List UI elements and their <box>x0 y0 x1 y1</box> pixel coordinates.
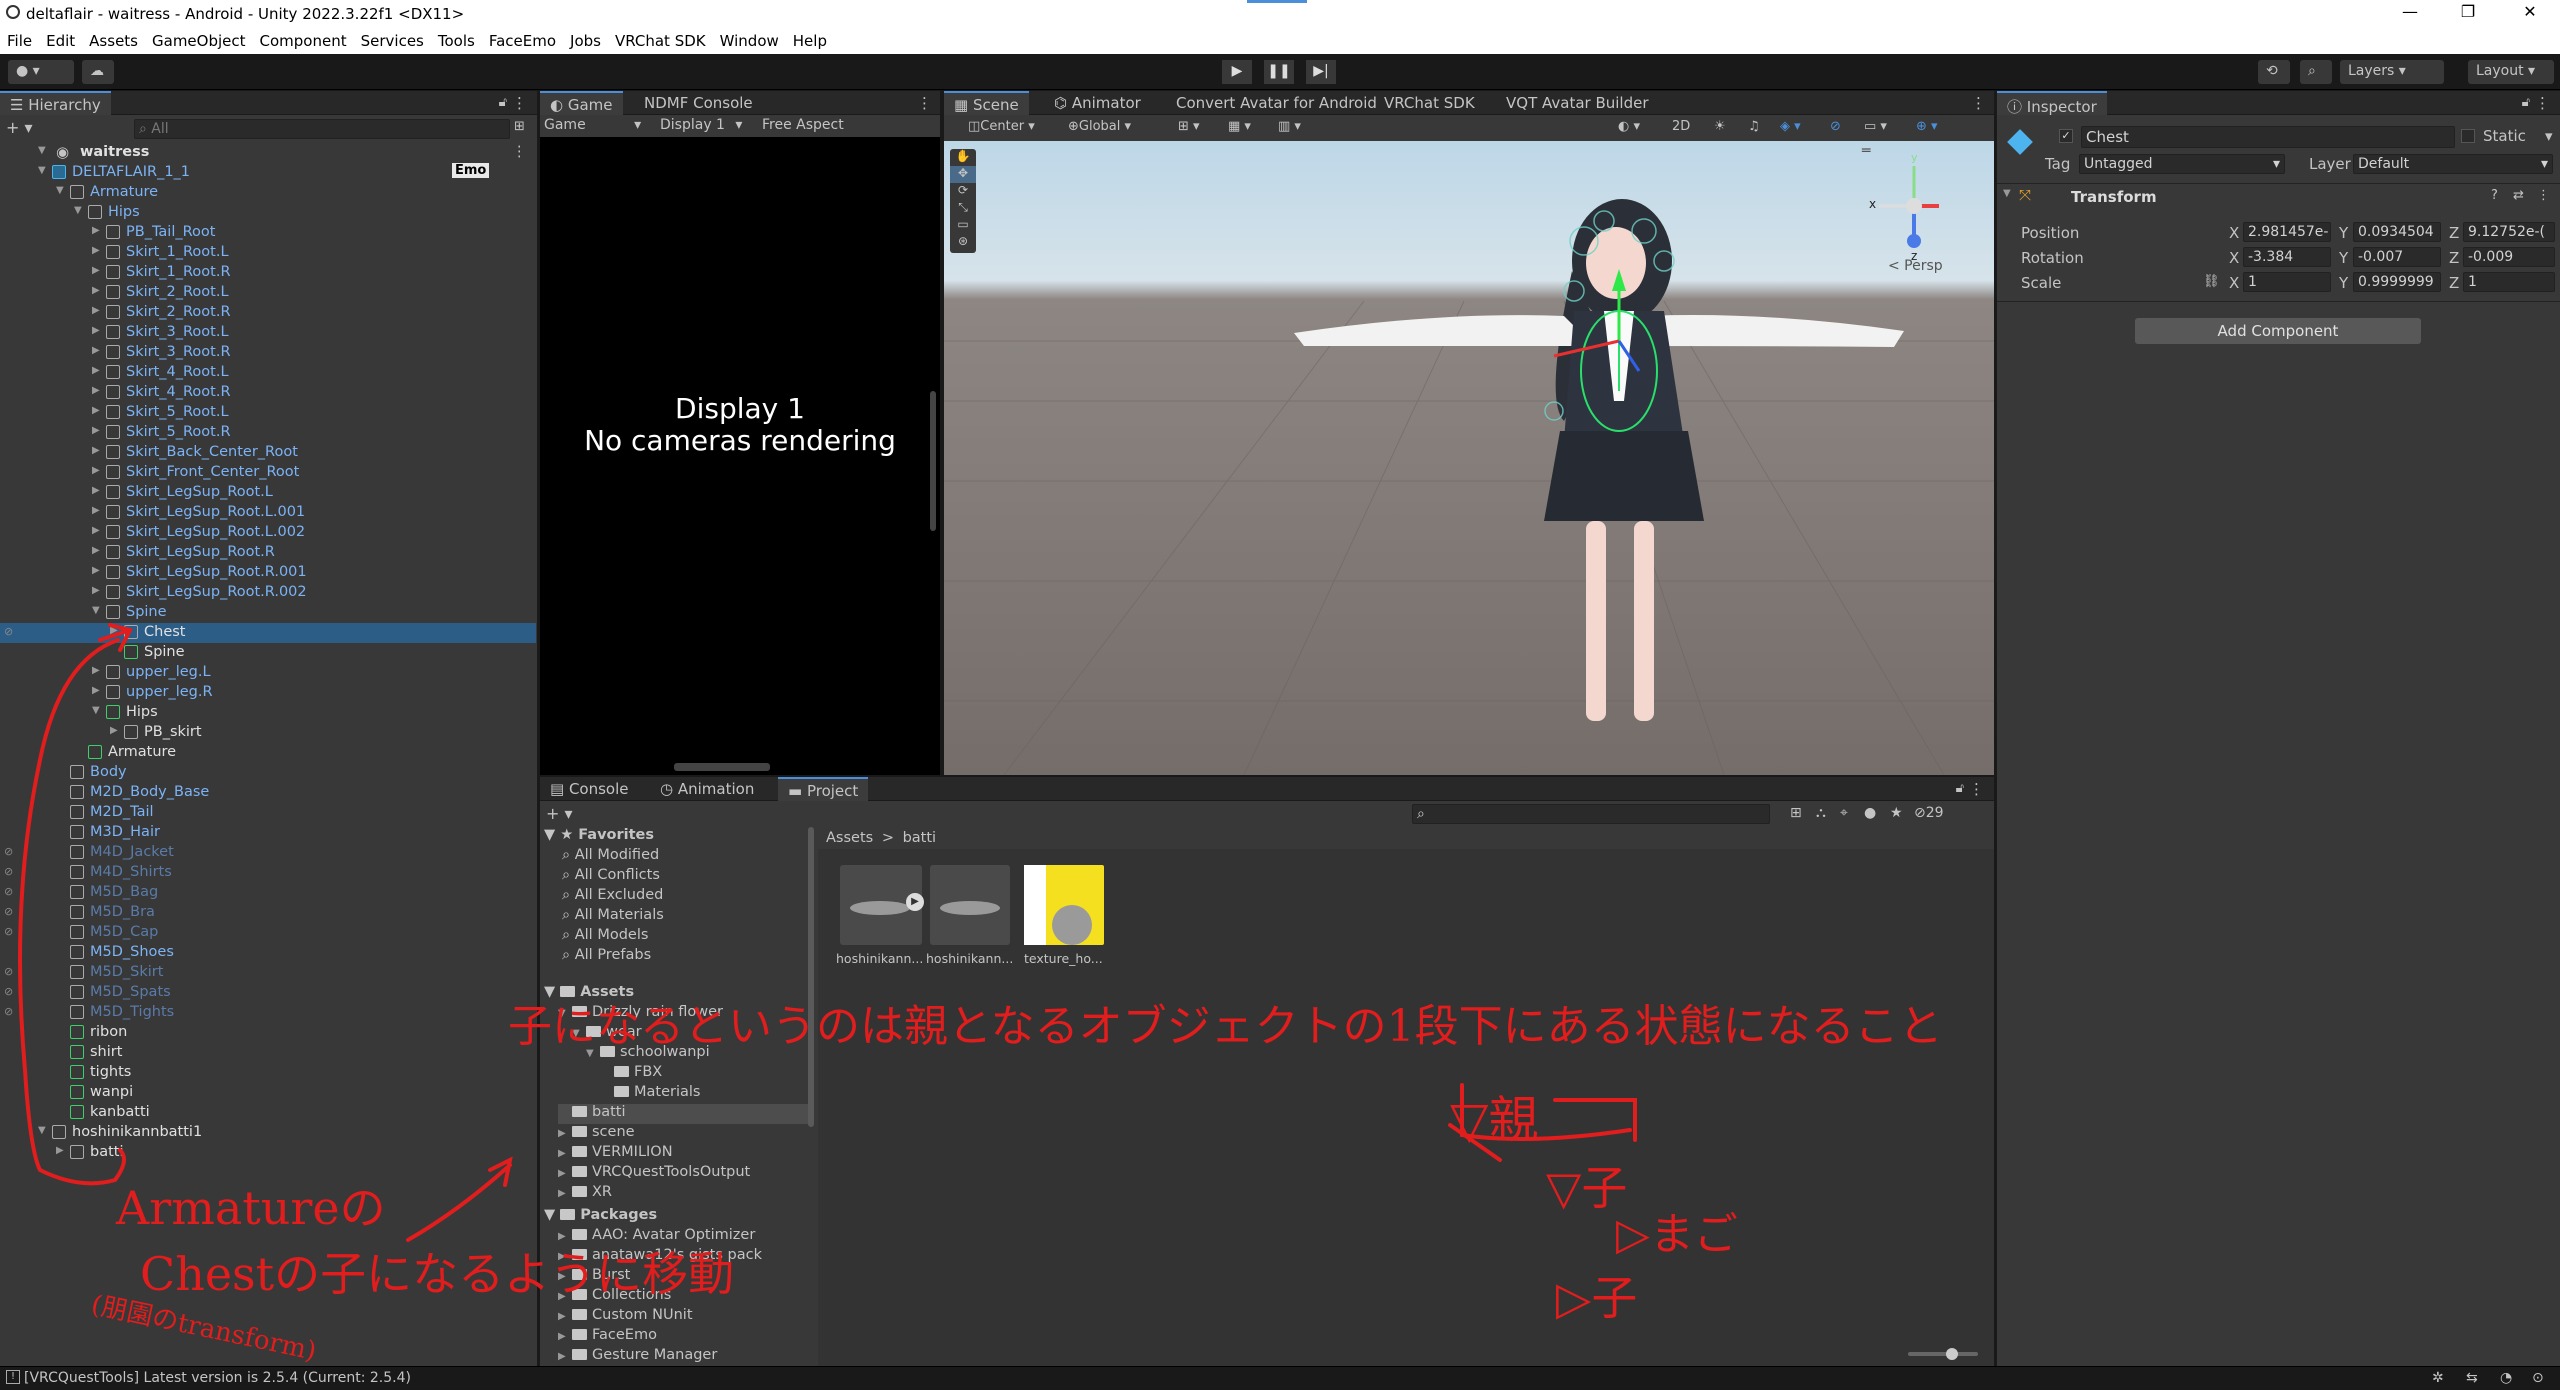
annotation-main-note: 子になるというのは親となるオブジェクトの1段下にある状態になること <box>508 1001 1943 1052</box>
annotation-tree-grandchild: ▷まご <box>1616 1209 1738 1260</box>
annotation-tree-parent: ▽親 <box>1450 1091 1539 1149</box>
red-bracket-stroke <box>18 638 126 1186</box>
red-arrow-to-bracket <box>406 1156 513 1242</box>
annotation-tree-child-2: ▷子 <box>1556 1271 1638 1325</box>
annotation-chest: Chestの子になるように移動 <box>140 1247 735 1301</box>
annotation-armature: Armatureの <box>116 1181 386 1235</box>
